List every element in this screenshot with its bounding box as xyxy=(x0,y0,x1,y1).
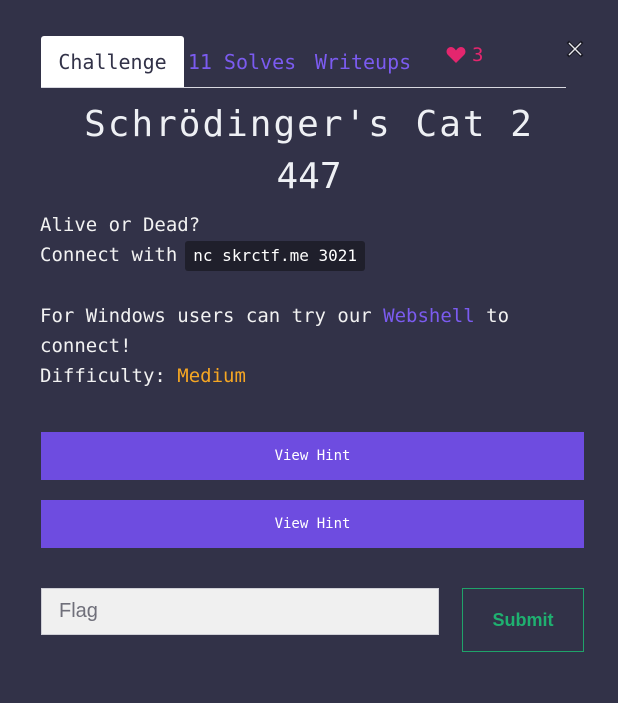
like-count: 3 xyxy=(472,43,484,66)
flag-input[interactable] xyxy=(41,588,439,635)
challenge-tabs: Challenge 11 Solves Writeups 3 xyxy=(41,35,566,88)
connect-line: Connect with nc skrctf.me 3021 xyxy=(40,240,585,271)
connection-command: nc skrctf.me 3021 xyxy=(185,241,366,271)
challenge-title: Schrödinger's Cat 2 xyxy=(84,104,534,145)
webshell-link[interactable]: Webshell xyxy=(383,305,475,327)
submit-button[interactable]: Submit xyxy=(462,588,584,652)
connect-label: Connect with xyxy=(40,244,178,266)
challenge-points: 447 xyxy=(276,156,342,197)
tab-writeups[interactable]: Writeups xyxy=(300,36,426,87)
difficulty-label: Difficulty: xyxy=(40,365,166,387)
difficulty-value: Medium xyxy=(177,365,246,387)
tab-solves[interactable]: 11 Solves xyxy=(184,36,300,87)
windows-note: For Windows users can try our Webshell t… xyxy=(40,301,585,361)
view-hint-button[interactable]: View Hint xyxy=(41,432,584,480)
difficulty-row: Difficulty: Medium xyxy=(40,361,585,391)
close-icon[interactable] xyxy=(566,40,584,58)
windows-note-prefix: For Windows users can try our xyxy=(40,305,384,327)
view-hint-button[interactable]: View Hint xyxy=(41,500,584,548)
tab-challenge[interactable]: Challenge xyxy=(41,36,184,87)
challenge-description: Alive or Dead? Connect with nc skrctf.me … xyxy=(40,210,585,391)
challenge-modal: Challenge 11 Solves Writeups 3 Schröding… xyxy=(0,0,618,703)
heart-icon xyxy=(446,46,466,64)
description-line: Alive or Dead? xyxy=(40,214,201,236)
like-button[interactable]: 3 xyxy=(426,36,483,87)
